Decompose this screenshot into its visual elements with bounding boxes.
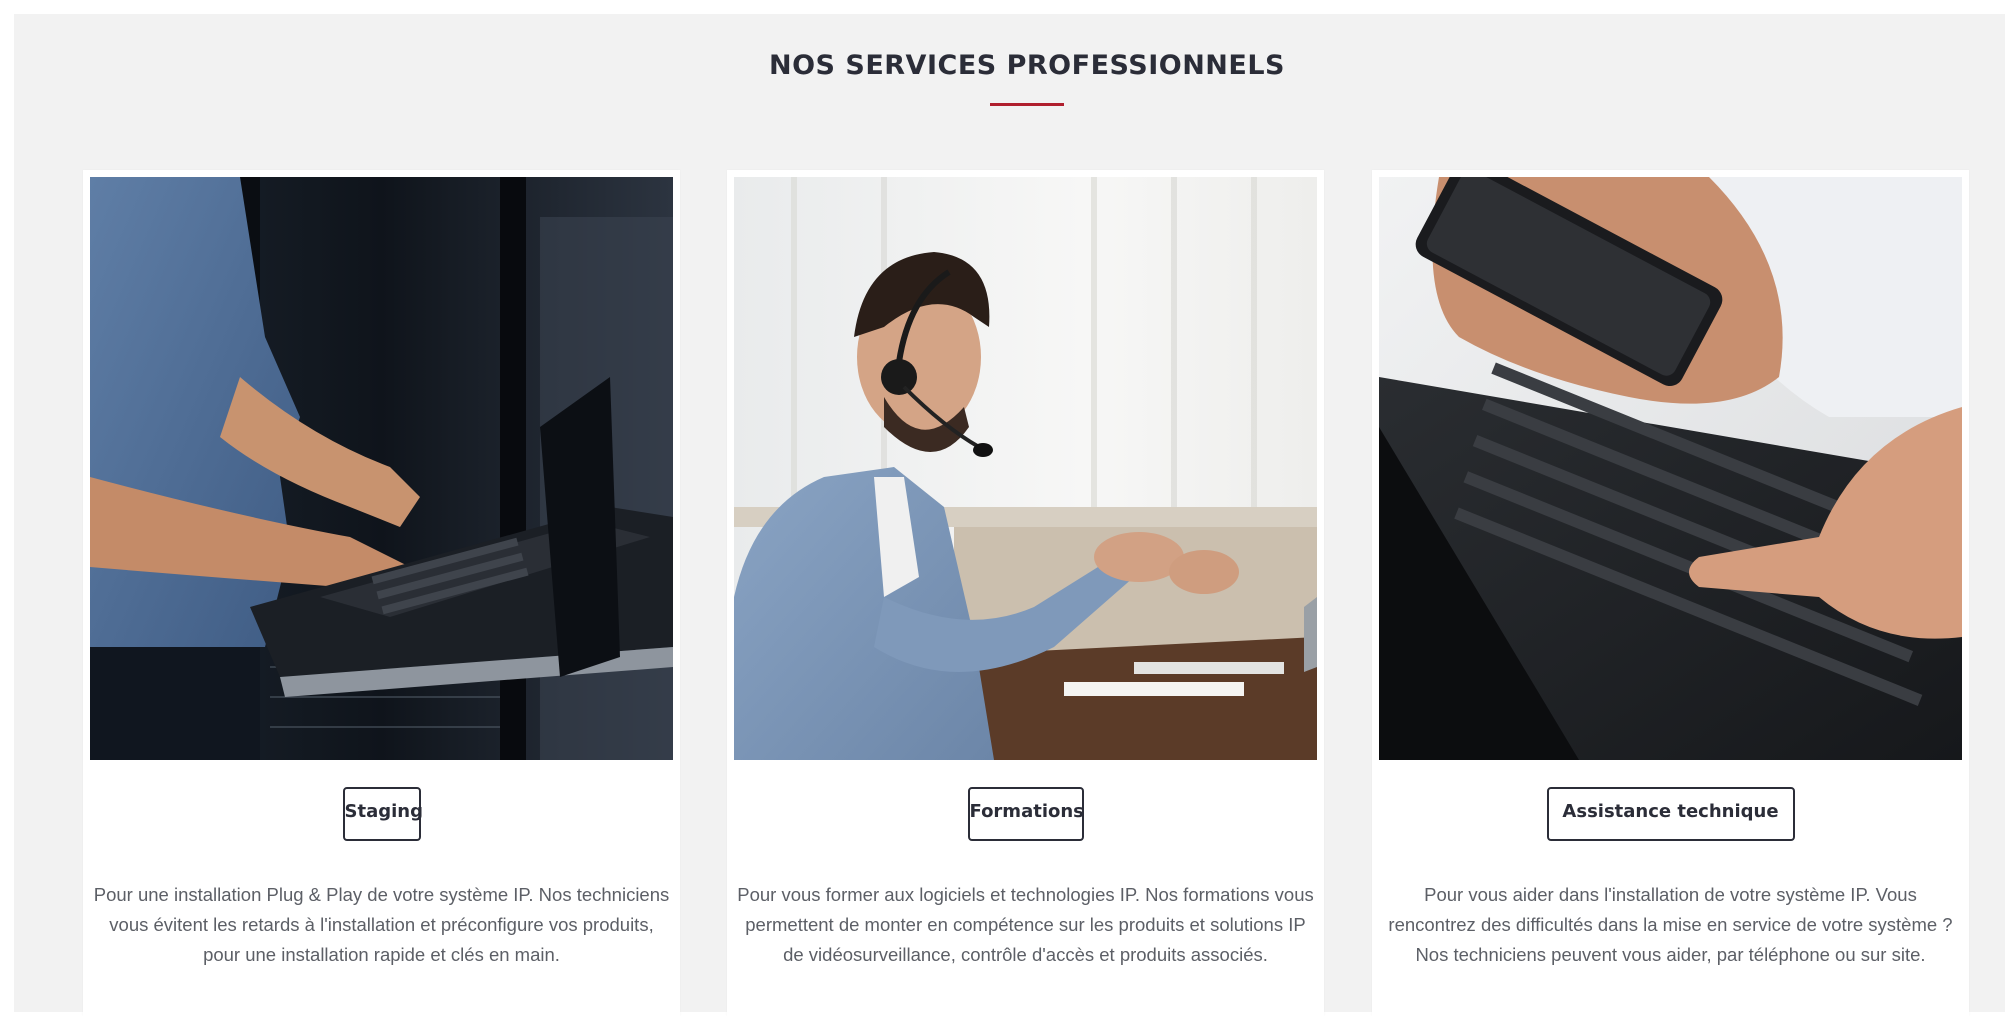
service-card-staging: Staging Pour une installation Plug & Pla… [83,170,680,1016]
formations-button[interactable]: Formations [967,787,1084,841]
staging-button[interactable]: Staging [342,787,423,841]
section-title: NOS SERVICES PROFESSIONNELS [768,50,1285,81]
headset-trainer-photo [734,177,1317,760]
service-card-assistance: Assistance technique Pour vous aider dan… [1372,170,1969,1016]
formations-description: Pour vous former aux logiciels et techno… [737,884,1314,965]
service-card-formations: Formations Pour vous former aux logiciel… [727,170,1324,1016]
title-underline [990,103,1064,106]
phone-keyboard-photo [1379,177,1962,760]
services-page: NOS SERVICES PROFESSIONNELS Staging Pour… [14,14,2005,1016]
technician-laptop-server-photo [90,177,673,760]
staging-description: Pour une installation Plug & Play de vot… [93,884,670,965]
assistance-technique-button[interactable]: Assistance technique [1546,787,1795,841]
assistance-technique-description: Pour vous aider dans l'installation de v… [1388,884,1953,965]
